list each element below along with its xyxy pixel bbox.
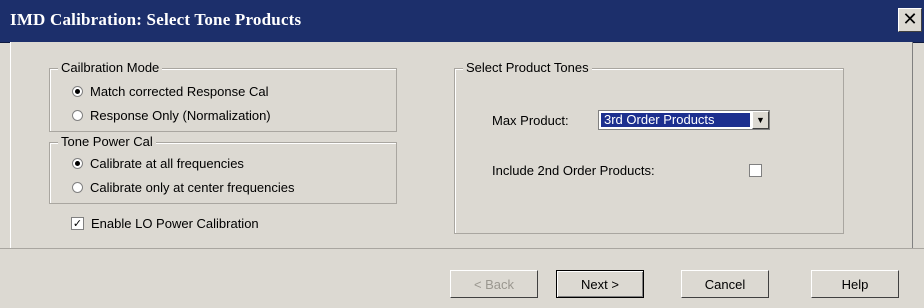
select-product-tones-group: Select Product Tones (454, 60, 844, 234)
close-button[interactable]: ✕ (898, 8, 922, 32)
close-icon: ✕ (902, 9, 918, 30)
radio-calibrate-center[interactable]: Calibrate only at center frequencies (72, 180, 295, 195)
tone-power-cal-legend: Tone Power Cal (58, 134, 156, 150)
enable-lo-power-label: Enable LO Power Calibration (91, 216, 259, 231)
footer-divider (0, 248, 924, 249)
max-product-label: Max Product: (492, 113, 569, 128)
radio-label: Calibrate at all frequencies (90, 156, 244, 171)
radio-button[interactable] (72, 110, 83, 121)
window-title: IMD Calibration: Select Tone Products (10, 10, 302, 29)
next-button[interactable]: Next > (556, 270, 644, 298)
help-button[interactable]: Help (811, 270, 899, 298)
radio-label: Response Only (Normalization) (90, 108, 271, 123)
title-bar: IMD Calibration: Select Tone Products ✕ (0, 0, 924, 43)
radio-button-selected[interactable] (72, 158, 83, 169)
radio-button-selected[interactable] (72, 86, 83, 97)
enable-lo-power-checkbox[interactable]: ✓ (71, 217, 84, 230)
radio-button[interactable] (72, 182, 83, 193)
include-2nd-order-checkbox[interactable] (749, 164, 762, 177)
enable-lo-power-checkbox-row[interactable]: ✓ Enable LO Power Calibration (71, 216, 259, 231)
max-product-selected-value: 3rd Order Products (601, 113, 750, 127)
cancel-button[interactable]: Cancel (681, 270, 769, 298)
chevron-down-icon[interactable]: ▼ (752, 111, 769, 129)
select-product-tones-legend: Select Product Tones (463, 60, 592, 76)
calibration-mode-group: Cailbration Mode Match corrected Respons… (49, 60, 397, 132)
radio-response-only[interactable]: Response Only (Normalization) (72, 108, 271, 123)
dialog-content: Cailbration Mode Match corrected Respons… (10, 42, 913, 248)
calibration-mode-legend: Cailbration Mode (58, 60, 163, 76)
include-2nd-order-label: Include 2nd Order Products: (492, 163, 655, 178)
radio-calibrate-all[interactable]: Calibrate at all frequencies (72, 156, 244, 171)
radio-match-corrected[interactable]: Match corrected Response Cal (72, 84, 268, 99)
max-product-dropdown[interactable]: 3rd Order Products ▼ (598, 110, 770, 130)
tone-power-cal-group: Tone Power Cal Calibrate at all frequenc… (49, 134, 397, 204)
radio-label: Calibrate only at center frequencies (90, 180, 295, 195)
back-button[interactable]: < Back (450, 270, 538, 298)
radio-label: Match corrected Response Cal (90, 84, 269, 99)
